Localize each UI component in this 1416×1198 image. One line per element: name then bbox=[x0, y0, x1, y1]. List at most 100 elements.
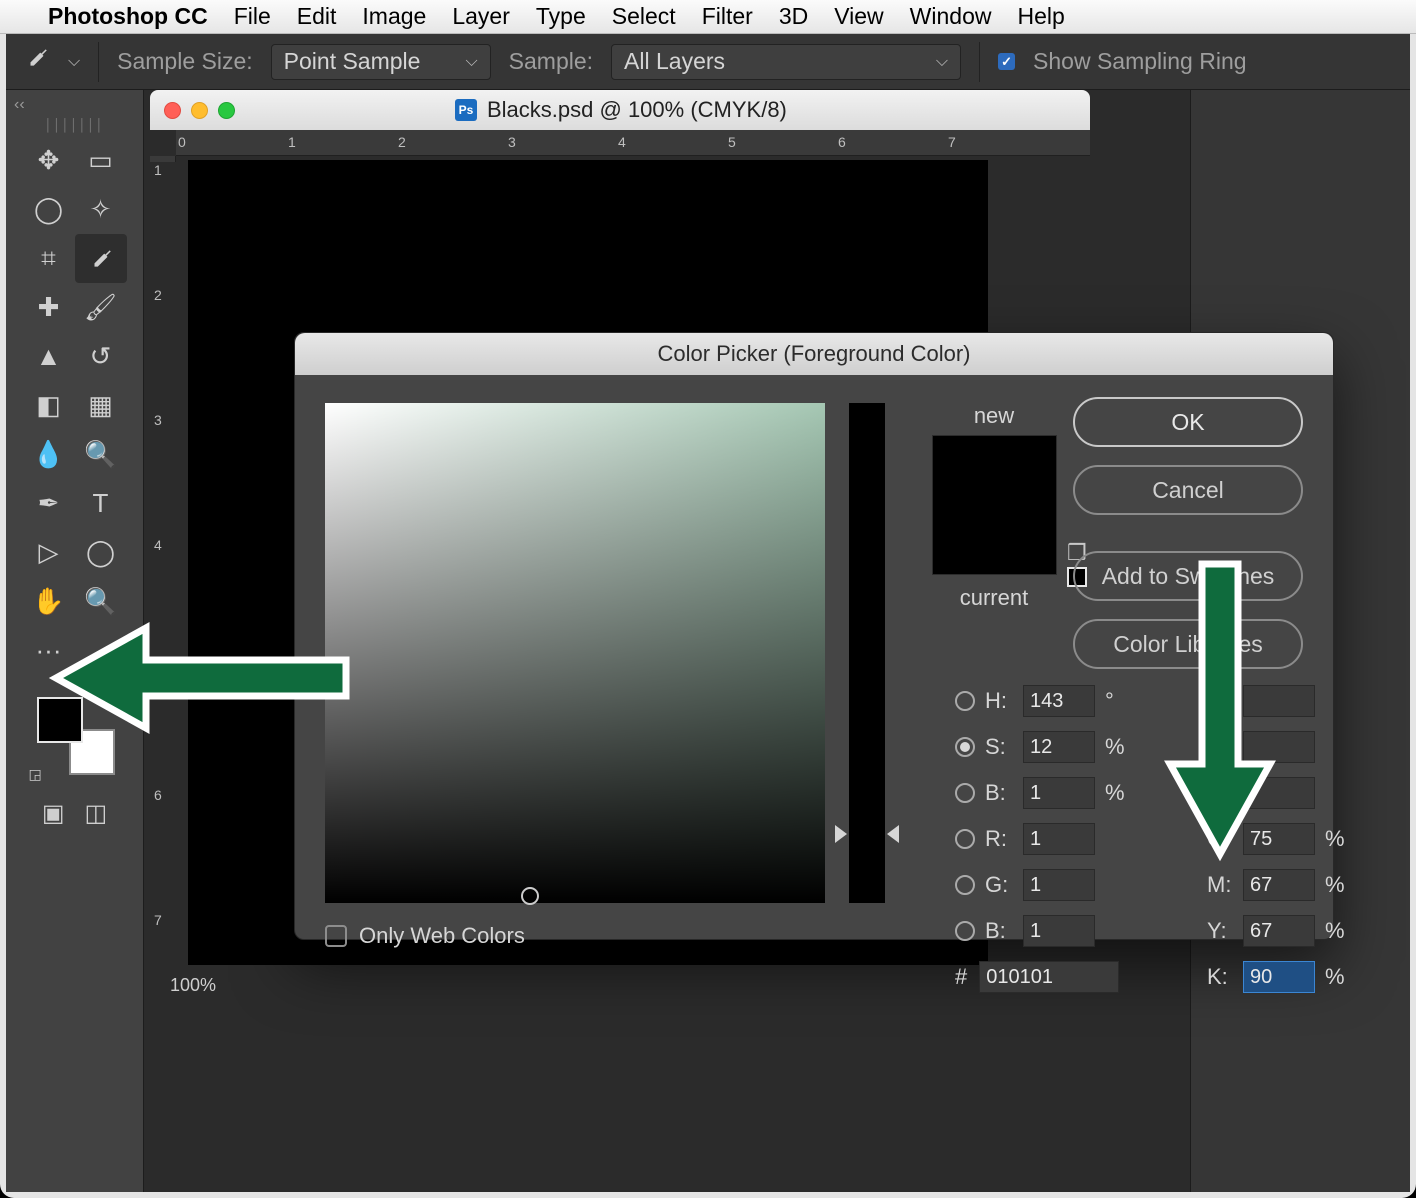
brush-tool-icon[interactable]: 🖌 bbox=[75, 283, 127, 332]
tools-panel: ‹‹ │││││││ ✥ ▭ ◯ ✧ ⌗ ✚ 🖌 ▲ ↺ ◧ ▦ bbox=[6, 90, 144, 1192]
web-colors-checkbox[interactable] bbox=[325, 925, 347, 947]
menu-select[interactable]: Select bbox=[612, 3, 676, 30]
c-input[interactable] bbox=[1243, 823, 1315, 855]
b-radio-rgb[interactable] bbox=[955, 921, 975, 941]
color-swatch[interactable]: ⇄ ◲ bbox=[35, 695, 115, 775]
ruler-vertical[interactable]: 1 2 3 4 5 6 7 bbox=[150, 156, 176, 162]
menu-file[interactable]: File bbox=[234, 3, 271, 30]
color-libraries-button[interactable]: Color Libraries bbox=[1073, 619, 1303, 669]
g-input[interactable] bbox=[1023, 869, 1095, 901]
blab-input[interactable] bbox=[1243, 777, 1315, 809]
hue-handle-right-icon[interactable] bbox=[887, 825, 899, 843]
menu-type[interactable]: Type bbox=[536, 3, 586, 30]
c-label: C: bbox=[1207, 826, 1243, 852]
r-radio[interactable] bbox=[955, 829, 975, 849]
menu-layer[interactable]: Layer bbox=[452, 3, 510, 30]
a-label: a: bbox=[1207, 734, 1243, 760]
menu-window[interactable]: Window bbox=[910, 3, 992, 30]
app-name[interactable]: Photoshop CC bbox=[48, 3, 208, 30]
move-tool-icon[interactable]: ✥ bbox=[23, 136, 75, 185]
foreground-color-swatch[interactable] bbox=[37, 697, 83, 743]
lasso-tool-icon[interactable]: ◯ bbox=[23, 185, 75, 234]
eyedropper-tool-icon[interactable] bbox=[24, 45, 50, 78]
menu-3d[interactable]: 3D bbox=[779, 3, 808, 30]
g-radio[interactable] bbox=[955, 875, 975, 895]
h-input[interactable] bbox=[1023, 685, 1095, 717]
zoom-tool-icon[interactable]: 🔍 bbox=[75, 577, 127, 626]
show-ring-checkbox[interactable]: ✓ bbox=[998, 53, 1015, 70]
more-tools-icon[interactable]: ··· bbox=[23, 626, 75, 675]
r-label: R: bbox=[985, 826, 1023, 852]
panel-grip-icon[interactable]: │││││││ bbox=[45, 118, 105, 132]
k-input[interactable] bbox=[1243, 961, 1315, 993]
l-input[interactable] bbox=[1243, 685, 1315, 717]
web-colors-label: Only Web Colors bbox=[359, 923, 525, 949]
hex-label: # bbox=[955, 964, 967, 990]
menu-filter[interactable]: Filter bbox=[702, 3, 753, 30]
menu-view[interactable]: View bbox=[834, 3, 883, 30]
b-radio[interactable] bbox=[955, 783, 975, 803]
h-radio[interactable] bbox=[955, 691, 975, 711]
sample-dropdown[interactable]: All Layers ⌵ bbox=[611, 44, 961, 80]
sample-value: All Layers bbox=[624, 48, 725, 75]
blur-tool-icon[interactable]: 💧 bbox=[23, 430, 75, 479]
screenmode-icon[interactable]: ◫ bbox=[85, 799, 108, 828]
eraser-tool-icon[interactable]: ◧ bbox=[23, 381, 75, 430]
new-color-label: new bbox=[974, 403, 1014, 429]
m-unit: % bbox=[1325, 872, 1353, 898]
r-input[interactable] bbox=[1023, 823, 1095, 855]
quickmask-icon[interactable]: ▣ bbox=[42, 799, 65, 828]
y-input[interactable] bbox=[1243, 915, 1315, 947]
color-field-cursor-icon[interactable] bbox=[521, 887, 539, 905]
y-unit: % bbox=[1325, 918, 1353, 944]
gradient-tool-icon[interactable]: ▦ bbox=[75, 381, 127, 430]
quick-select-tool-icon[interactable]: ✧ bbox=[75, 185, 127, 234]
collapse-chevron-icon[interactable]: ‹‹ bbox=[6, 96, 25, 114]
menu-image[interactable]: Image bbox=[362, 3, 426, 30]
k-unit: % bbox=[1325, 964, 1353, 990]
menu-help[interactable]: Help bbox=[1017, 3, 1064, 30]
a-input[interactable] bbox=[1243, 731, 1315, 763]
heal-tool-icon[interactable]: ✚ bbox=[23, 283, 75, 332]
doc-titlebar[interactable]: Ps Blacks.psd @ 100% (CMYK/8) bbox=[150, 90, 1090, 130]
y-label: Y: bbox=[1207, 918, 1243, 944]
pen-tool-icon[interactable]: ✒ bbox=[23, 479, 75, 528]
b-input-hsb[interactable] bbox=[1023, 777, 1095, 809]
minimize-window-icon[interactable] bbox=[191, 102, 208, 119]
k-label: K: bbox=[1207, 964, 1243, 990]
cancel-button[interactable]: Cancel bbox=[1073, 465, 1303, 515]
tool-preset-chevron-icon[interactable]: ⌵ bbox=[68, 53, 80, 71]
path-select-tool-icon[interactable]: ▷ bbox=[23, 528, 75, 577]
add-to-swatches-button[interactable]: Add to Swatches bbox=[1073, 551, 1303, 601]
hex-input[interactable] bbox=[979, 961, 1119, 993]
hue-slider[interactable] bbox=[849, 403, 885, 903]
sample-size-dropdown[interactable]: Point Sample ⌵ bbox=[271, 44, 491, 80]
s-input[interactable] bbox=[1023, 731, 1095, 763]
crop-tool-icon[interactable]: ⌗ bbox=[23, 234, 75, 283]
s-radio[interactable] bbox=[955, 737, 975, 757]
stamp-tool-icon[interactable]: ▲ bbox=[23, 332, 75, 381]
menu-edit[interactable]: Edit bbox=[297, 3, 337, 30]
zoom-window-icon[interactable] bbox=[218, 102, 235, 119]
ruler-horizontal[interactable]: 0 1 2 3 4 5 6 7 bbox=[176, 130, 1090, 156]
history-brush-tool-icon[interactable]: ↺ bbox=[75, 332, 127, 381]
shape-tool-icon[interactable]: ◯ bbox=[75, 528, 127, 577]
default-colors-icon[interactable]: ◲ bbox=[29, 766, 42, 783]
color-preview-swatch[interactable] bbox=[932, 435, 1057, 575]
hand-tool-icon[interactable]: ✋ bbox=[23, 577, 75, 626]
close-window-icon[interactable] bbox=[164, 102, 181, 119]
zoom-level[interactable]: 100% bbox=[170, 975, 216, 996]
l-label: L: bbox=[1207, 688, 1243, 714]
swap-colors-icon[interactable]: ⇄ bbox=[97, 691, 109, 708]
current-color-label: current bbox=[960, 585, 1028, 611]
marquee-tool-icon[interactable]: ▭ bbox=[75, 136, 127, 185]
b-input-rgb[interactable] bbox=[1023, 915, 1095, 947]
type-tool-icon[interactable]: T bbox=[75, 479, 127, 528]
ok-button[interactable]: OK bbox=[1073, 397, 1303, 447]
h-label: H: bbox=[985, 688, 1023, 714]
hue-handle-left-icon[interactable] bbox=[835, 825, 847, 843]
eyedropper-tool-icon[interactable] bbox=[75, 234, 127, 283]
color-field[interactable] bbox=[325, 403, 825, 903]
m-input[interactable] bbox=[1243, 869, 1315, 901]
dodge-tool-icon[interactable]: 🔍 bbox=[75, 430, 127, 479]
